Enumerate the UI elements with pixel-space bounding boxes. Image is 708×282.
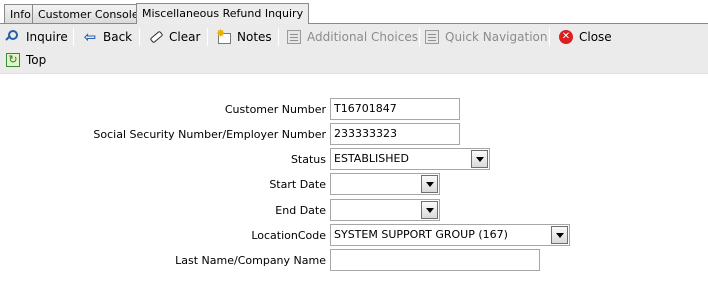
end-date-label: End Date: [275, 204, 326, 217]
inquire-label: Inquire: [26, 29, 68, 44]
toolbar-separator: [73, 28, 74, 46]
toolbar-separator: [549, 28, 550, 46]
clear-label: Clear: [169, 29, 201, 44]
close-icon: ✕: [558, 29, 574, 45]
last-name-company-label: Last Name/Company Name: [175, 254, 326, 267]
chevron-down-icon[interactable]: [421, 201, 438, 219]
toolbar-separator: [278, 28, 279, 46]
additional-choices-button[interactable]: Additional Choices: [286, 26, 418, 47]
location-code-label: LocationCode: [251, 229, 326, 242]
additional-choices-label: Additional Choices: [307, 29, 418, 44]
location-code-select[interactable]: SYSTEM SUPPORT GROUP (167): [330, 224, 570, 246]
search-icon: [5, 29, 21, 45]
quick-navigation-button[interactable]: Quick Navigation: [424, 26, 547, 47]
chevron-down-icon[interactable]: [421, 175, 438, 193]
location-code-value: SYSTEM SUPPORT GROUP (167): [334, 228, 508, 241]
refresh-icon: ↻: [5, 52, 21, 68]
ssn-employer-number-input[interactable]: 233333323: [330, 123, 460, 145]
back-arrow-icon: ⇦: [83, 27, 97, 46]
top-label: Top: [26, 52, 47, 67]
notes-icon: ✸: [216, 27, 232, 45]
start-date-label: Start Date: [269, 178, 326, 191]
close-button[interactable]: ✕ Close: [558, 26, 612, 47]
toolbar-separator: [207, 28, 208, 46]
status-select[interactable]: ESTABLISHED: [330, 148, 490, 170]
notes-button[interactable]: ✸ Notes: [216, 26, 272, 47]
eraser-icon: [148, 29, 164, 45]
notes-label: Notes: [237, 29, 272, 44]
tab-strip: Info Customer Console Miscellaneous Refu…: [0, 0, 708, 24]
document-list-icon: [286, 29, 302, 45]
toolbar-row-1: Inquire ⇦ Back Clear ✸ Notes Additional …: [0, 24, 708, 49]
back-label: Back: [103, 29, 133, 44]
start-date-picker[interactable]: [330, 173, 440, 195]
toolbar-separator: [419, 28, 420, 46]
chevron-down-icon[interactable]: [551, 226, 568, 244]
quick-navigation-label: Quick Navigation: [445, 29, 548, 44]
close-label: Close: [579, 29, 612, 44]
customer-number-label: Customer Number: [224, 103, 326, 116]
document-list-icon: [424, 29, 440, 45]
ssn-employer-number-label: Social Security Number/Employer Number: [93, 128, 326, 141]
toolbar-row-2: ↻ Top: [0, 49, 708, 74]
end-date-picker[interactable]: [330, 199, 440, 221]
status-label: Status: [290, 153, 326, 166]
back-button[interactable]: ⇦ Back: [82, 26, 132, 47]
toolbar-separator: [139, 28, 140, 46]
clear-button[interactable]: Clear: [148, 26, 200, 47]
customer-number-input[interactable]: T16701847: [330, 98, 460, 120]
chevron-down-icon[interactable]: [471, 150, 488, 168]
tab-miscellaneous-refund-inquiry[interactable]: Miscellaneous Refund Inquiry: [136, 3, 310, 24]
last-name-company-input[interactable]: [330, 249, 540, 271]
status-value: ESTABLISHED: [334, 152, 409, 165]
top-button[interactable]: ↻ Top: [5, 49, 46, 70]
tab-customer-console[interactable]: Customer Console: [32, 4, 145, 24]
toolbar: Inquire ⇦ Back Clear ✸ Notes Additional …: [0, 24, 708, 74]
inquire-button[interactable]: Inquire: [5, 26, 68, 47]
